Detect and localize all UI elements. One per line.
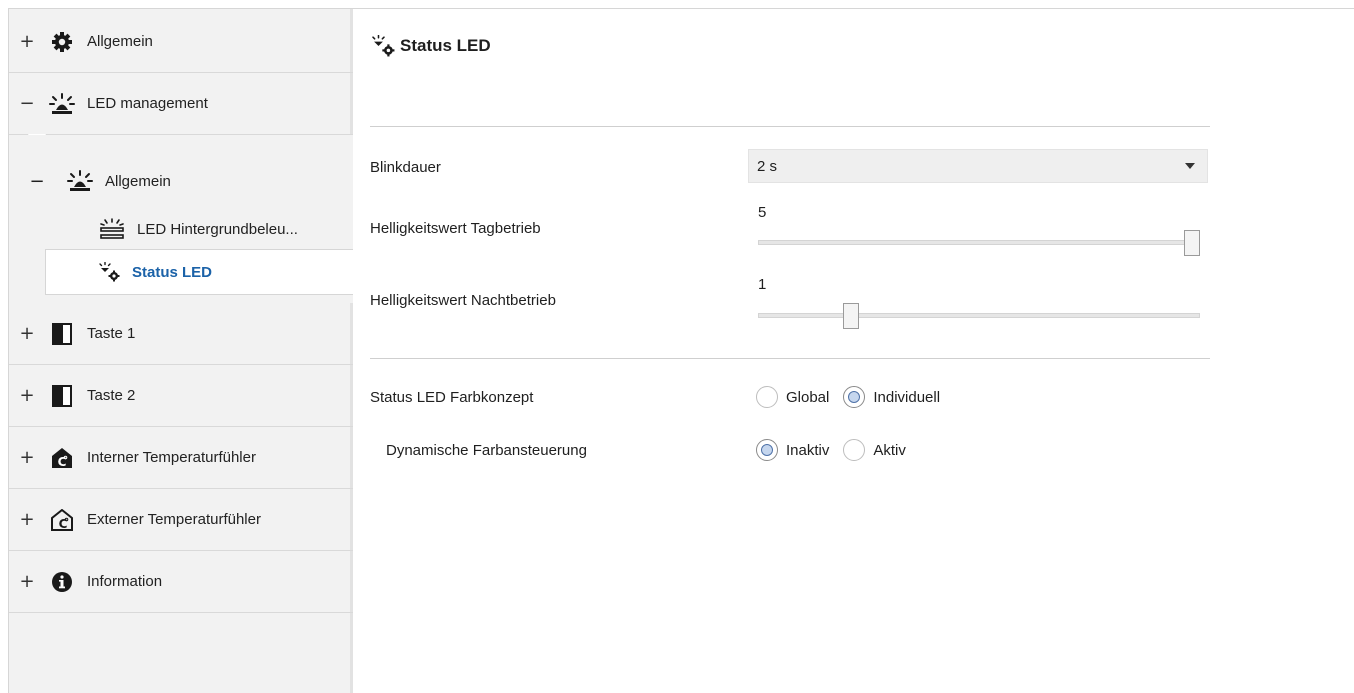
sidebar-item-label: Taste 1 — [87, 325, 136, 342]
sub-item-label: Allgemein — [105, 172, 171, 190]
sidebar-item-label: Taste 2 — [87, 387, 136, 404]
gear-icon — [45, 30, 79, 54]
section-divider — [370, 358, 1210, 359]
status-led-icon — [370, 34, 398, 57]
expand-toggle[interactable]: + — [9, 447, 45, 468]
tag-slider[interactable] — [758, 230, 1200, 256]
app-frame: + Allgemein − LED management − Allgemein — [8, 8, 1354, 693]
nacht-label: Helligkeitswert Nachtbetrieb — [370, 292, 556, 309]
sidebar-item-led-management[interactable]: − LED management — [9, 73, 353, 135]
collapse-toggle[interactable]: − — [9, 93, 45, 114]
sub-item-label: Status LED — [132, 263, 213, 281]
slider-thumb[interactable] — [1184, 230, 1200, 256]
blinkdauer-value: 2 s — [757, 157, 778, 175]
sidebar-item-label: Information — [87, 573, 163, 590]
sidebar-item-label: Interner Temperaturfühler — [87, 449, 256, 466]
sidebar-item-label: Externer Temperaturfühler — [87, 511, 261, 528]
slider-track — [758, 240, 1200, 245]
farbkonzept-label: Status LED Farbkonzept — [370, 389, 534, 406]
slider-thumb[interactable] — [843, 303, 860, 329]
expand-toggle[interactable]: + — [9, 31, 45, 52]
internal-temperature-icon: C — [45, 446, 79, 470]
svg-text:C: C — [59, 517, 68, 531]
led-backlight-icon — [97, 218, 127, 240]
radio-label: Individuell — [873, 388, 941, 406]
sidebar-item-externer-temperaturfuehler[interactable]: + C Externer Temperaturfühler — [9, 489, 353, 551]
button-half-icon — [45, 384, 79, 408]
blinkdauer-select[interactable]: 2 s — [748, 149, 1208, 183]
radio-global[interactable]: Global — [756, 386, 829, 408]
info-icon — [45, 570, 79, 594]
tag-label: Helligkeitswert Tagbetrieb — [370, 220, 541, 237]
page-title-text: Status LED — [400, 36, 491, 55]
radio-circle — [843, 386, 866, 408]
radio-individuell[interactable]: Individuell — [843, 386, 940, 408]
sidebar-item-label: Allgemein — [87, 33, 153, 50]
radio-label: Global — [786, 388, 830, 406]
expand-toggle[interactable]: + — [9, 323, 45, 344]
sidebar-item-allgemein[interactable]: + Allgemein — [9, 11, 353, 73]
sidebar-item-label: LED management — [87, 95, 208, 112]
dynamisch-radio-group: Inaktiv Aktiv — [756, 439, 920, 461]
button-half-icon — [45, 322, 79, 346]
radio-label: Inaktiv — [786, 441, 830, 459]
sidebar: + Allgemein − LED management − Allgemein — [9, 9, 353, 693]
led-light-icon — [65, 170, 95, 192]
expand-toggle[interactable]: + — [9, 571, 45, 592]
nacht-slider-value: 1 — [758, 276, 767, 293]
sidebar-item-taste-2[interactable]: + Taste 2 — [9, 365, 353, 427]
sidebar-item-information[interactable]: + Information — [9, 551, 353, 613]
external-temperature-icon: C — [45, 508, 79, 532]
status-led-icon — [98, 262, 122, 282]
tag-slider-value: 5 — [758, 204, 767, 221]
collapse-toggle[interactable]: − — [9, 171, 65, 192]
radio-circle — [756, 439, 778, 461]
radio-inaktiv[interactable]: Inaktiv — [756, 439, 829, 461]
chevron-down-icon — [1185, 163, 1195, 169]
page-title: Status LED — [370, 34, 491, 57]
sidebar-item-interner-temperaturfuehler[interactable]: + C Interner Temperaturfühler — [9, 427, 353, 489]
radio-label: Aktiv — [873, 441, 906, 459]
sub-item-label: LED Hintergrundbeleu... — [137, 220, 298, 238]
sub-item-status-led[interactable]: Status LED — [45, 249, 353, 295]
expand-toggle[interactable]: + — [9, 385, 45, 406]
radio-aktiv[interactable]: Aktiv — [843, 439, 906, 461]
sub-item-allgemein[interactable]: − Allgemein — [9, 161, 171, 201]
sidebar-item-taste-1[interactable]: + Taste 1 — [9, 303, 353, 365]
nacht-slider[interactable] — [758, 303, 1200, 329]
dynamisch-label: Dynamische Farbansteuerung — [386, 442, 587, 459]
sub-item-led-hintergrundbeleuchtung[interactable]: LED Hintergrundbeleu... — [97, 209, 298, 249]
main-panel: Status LED Blinkdauer 2 s 5 Helligkeitsw… — [356, 9, 1354, 693]
slider-track — [758, 313, 1200, 318]
radio-circle — [756, 386, 778, 408]
radio-circle — [843, 439, 866, 461]
section-divider — [370, 126, 1210, 127]
svg-text:C: C — [58, 455, 67, 469]
led-light-icon — [45, 92, 79, 116]
farbkonzept-radio-group: Global Individuell — [756, 386, 954, 408]
expand-toggle[interactable]: + — [9, 509, 45, 530]
blinkdauer-label: Blinkdauer — [370, 159, 441, 176]
